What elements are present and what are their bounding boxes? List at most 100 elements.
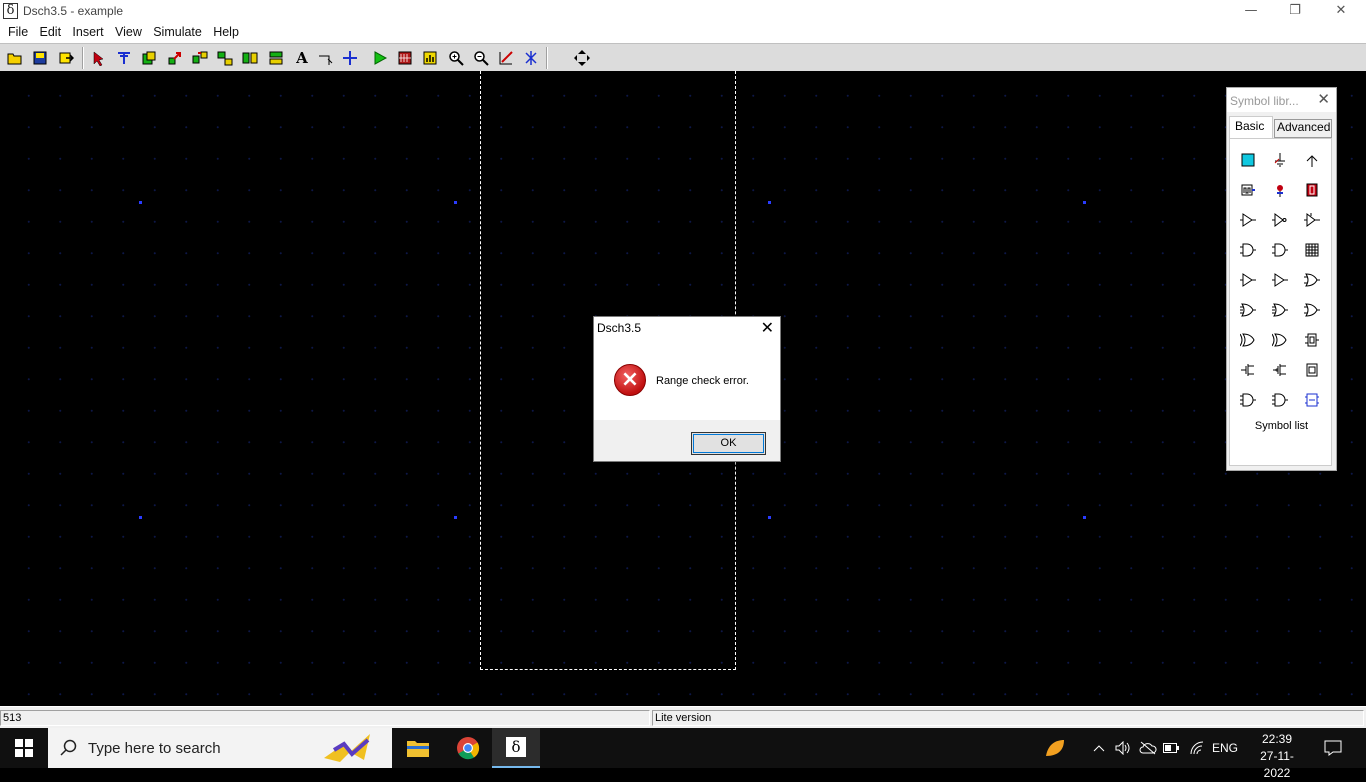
vdd-icon[interactable] [1302, 150, 1322, 170]
save-icon[interactable] [30, 48, 50, 68]
zoom-in-icon[interactable] [446, 48, 466, 68]
error-icon: × [614, 364, 646, 396]
dff-icon[interactable] [1302, 330, 1322, 350]
toolbar: A [0, 43, 1366, 71]
clock[interactable]: 22:39 27-11-2022 [1252, 731, 1302, 782]
notification-icon[interactable] [1318, 728, 1348, 768]
search-highlight-icon [324, 734, 370, 762]
run-simulation-icon[interactable] [370, 48, 390, 68]
or-gate-icon[interactable] [1302, 270, 1322, 290]
xnor-gate-icon[interactable] [1238, 330, 1258, 350]
tab-basic[interactable]: Basic [1229, 116, 1273, 138]
grid-marker [768, 516, 771, 519]
xor-gate-icon[interactable] [1302, 300, 1322, 320]
taskbar: Type here to search δ ENG 22:39 27-11-20… [0, 728, 1366, 780]
app-icon: δ [3, 3, 18, 19]
tristate-inv-icon[interactable] [1270, 270, 1290, 290]
timing-icon[interactable] [395, 48, 415, 68]
demux-icon[interactable] [1270, 390, 1290, 410]
dsch-taskbar-app[interactable]: δ [492, 728, 540, 768]
close-icon[interactable]: ✕ [1317, 90, 1330, 108]
title-bar: δ Dsch3.5 - example — ❐ ✕ [0, 0, 1366, 23]
duplicate-icon[interactable] [240, 48, 260, 68]
select-arrow-icon[interactable] [89, 48, 109, 68]
ungroup-icon[interactable] [165, 48, 185, 68]
cloud-offline-icon[interactable] [1137, 728, 1159, 768]
ground-icon[interactable] [1270, 150, 1290, 170]
restore-button[interactable]: ❐ [1272, 0, 1318, 23]
battery-icon[interactable] [1161, 728, 1181, 768]
inverter-icon[interactable] [1270, 210, 1290, 230]
status-count: 513 [0, 710, 650, 726]
button-icon[interactable] [1238, 150, 1258, 170]
nor3-icon[interactable] [1270, 300, 1290, 320]
grid-marker [454, 201, 457, 204]
chart-icon[interactable] [420, 48, 440, 68]
rotate-icon[interactable] [190, 48, 210, 68]
language-indicator[interactable]: ENG [1210, 728, 1240, 768]
grid-marker [768, 201, 771, 204]
counter-icon[interactable] [1302, 390, 1322, 410]
windows-start-icon[interactable] [0, 728, 48, 768]
nmos-icon[interactable] [1302, 210, 1322, 230]
text-tool-icon[interactable]: A [292, 48, 312, 68]
xor3-icon[interactable] [1270, 330, 1290, 350]
weather-leaf-icon[interactable] [1040, 728, 1070, 768]
symbol-grid [1229, 138, 1332, 466]
display-icon[interactable] [1302, 180, 1322, 200]
dsch-app-icon: δ [506, 737, 526, 757]
dialog-title: Dsch3.5 [597, 321, 642, 335]
measure-icon[interactable] [496, 48, 516, 68]
and-gate-icon[interactable] [1238, 240, 1258, 260]
menu-edit[interactable]: Edit [40, 23, 62, 41]
minimize-button[interactable]: — [1228, 0, 1274, 23]
chevron-up-icon[interactable] [1090, 728, 1108, 768]
dialog-footer: OK [594, 420, 780, 461]
flip-icon[interactable] [215, 48, 235, 68]
menu-view[interactable]: View [115, 23, 142, 41]
tab-advanced[interactable]: Advanced [1274, 119, 1332, 138]
file-explorer-icon[interactable] [394, 728, 442, 768]
export-icon[interactable] [56, 48, 76, 68]
menu-file[interactable]: File [8, 23, 28, 41]
menu-help[interactable]: Help [213, 23, 239, 41]
speaker-icon[interactable] [1113, 728, 1133, 768]
pmos-icon[interactable] [1238, 360, 1258, 380]
align-icon[interactable] [266, 48, 286, 68]
open-folder-icon[interactable] [5, 48, 25, 68]
grid-marker [1083, 516, 1086, 519]
node-icon[interactable] [340, 48, 360, 68]
pan-arrows-icon[interactable] [572, 48, 592, 68]
clock-time: 22:39 [1261, 732, 1293, 746]
grid-marker [139, 516, 142, 519]
mux-icon[interactable] [1238, 390, 1258, 410]
symbol-list-link[interactable]: Symbol list [1227, 420, 1336, 432]
menu-insert[interactable]: Insert [72, 23, 103, 41]
menu-simulate[interactable]: Simulate [153, 23, 202, 41]
search-placeholder: Type here to search [88, 740, 221, 757]
grid-marker [1083, 201, 1086, 204]
buffer-icon[interactable] [1238, 210, 1258, 230]
ok-button[interactable]: OK [691, 432, 766, 455]
extract-icon[interactable] [521, 48, 541, 68]
toolbar-separator [546, 47, 548, 69]
latch-icon[interactable] [1302, 360, 1322, 380]
clock-icon[interactable] [1238, 180, 1258, 200]
group-icon[interactable] [139, 48, 159, 68]
symbol-library-title: Symbol libr... [1230, 94, 1299, 108]
nor-gate-icon[interactable] [1238, 300, 1258, 320]
led-icon[interactable] [1270, 180, 1290, 200]
dialog-close-button[interactable]: ✕ [761, 318, 774, 337]
zoom-out-icon[interactable] [471, 48, 491, 68]
taskbar-search[interactable]: Type here to search [48, 728, 392, 768]
connect-icon[interactable] [316, 48, 336, 68]
tristate-icon[interactable] [1238, 270, 1258, 290]
wifi-icon[interactable] [1186, 728, 1208, 768]
chrome-icon[interactable] [444, 728, 492, 768]
wire-icon[interactable] [114, 48, 134, 68]
close-button[interactable]: ✕ [1318, 0, 1364, 23]
nand-gate-icon[interactable] [1270, 240, 1290, 260]
nmos2-icon[interactable] [1270, 360, 1290, 380]
keyboard-icon[interactable] [1302, 240, 1322, 260]
symbol-library-titlebar: Symbol libr... ✕ [1227, 88, 1336, 112]
